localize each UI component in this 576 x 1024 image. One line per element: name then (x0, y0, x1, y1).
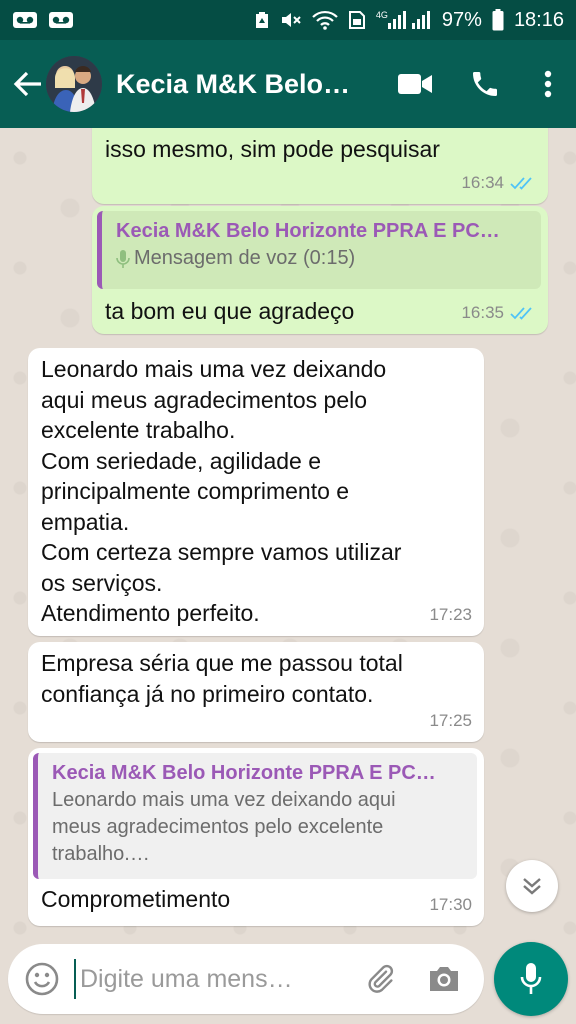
screenshot-icon (254, 10, 270, 30)
message-incoming[interactable]: Leonardo mais uma vez deixando aqui meus… (28, 348, 484, 636)
back-button[interactable] (4, 40, 52, 128)
message-meta: 17:30 (429, 890, 472, 921)
header-actions (380, 40, 576, 128)
double-check-icon (510, 307, 532, 320)
message-time: 16:34 (461, 172, 504, 192)
voicemail-icon (48, 10, 74, 30)
message-text: isso mesmo, sim pode pesquisar (105, 136, 440, 162)
message-incoming[interactable]: Empresa séria que me passou total confia… (28, 642, 484, 742)
message-text: Leonardo mais uma vez deixando aqui meus… (41, 356, 402, 626)
quoted-text: Mensagem de voz (0:15) (134, 247, 356, 269)
double-chevron-down-icon (523, 878, 541, 895)
message-time: 17:25 (429, 710, 472, 730)
voicemail-icon (12, 10, 38, 30)
phone-icon (473, 72, 497, 96)
message-meta: 16:35 (461, 298, 536, 329)
message-outgoing[interactable]: Kecia M&K Belo Horizonte PPRA E PC… Mens… (92, 206, 548, 334)
status-bar-system: 4G 97% 18:16 (254, 9, 564, 32)
quoted-message[interactable]: Kecia M&K Belo Horizonte PPRA E PC… Leon… (33, 753, 477, 879)
quoted-message[interactable]: Kecia M&K Belo Horizonte PPRA E PC… Mens… (97, 211, 541, 289)
mute-icon (280, 10, 302, 30)
video-camera-icon (398, 74, 432, 94)
voice-record-button[interactable] (494, 942, 568, 1016)
microphone-icon (116, 249, 130, 268)
message-time: 17:23 (429, 604, 472, 624)
message-meta: 16:34 (461, 168, 536, 199)
video-call-button[interactable] (380, 40, 450, 128)
scroll-to-bottom-button[interactable] (506, 860, 558, 912)
sim-icon (348, 10, 366, 30)
camera-button[interactable] (412, 944, 476, 1014)
double-check-icon (510, 177, 532, 190)
status-bar-notifications (12, 10, 74, 30)
quoted-author: Kecia M&K Belo Horizonte PPRA E PC… (52, 762, 436, 784)
wifi-icon (312, 10, 338, 30)
chat-header: Kecia M&K Belo… (0, 40, 576, 128)
arrow-left-icon (13, 71, 41, 97)
more-options-button[interactable] (520, 40, 576, 128)
signal-icon (411, 11, 430, 29)
battery-percent: 97% (441, 8, 482, 31)
microphone-icon (520, 963, 542, 994)
message-outgoing[interactable]: isso mesmo, sim pode pesquisar 16:34 (92, 128, 548, 204)
paperclip-icon (368, 964, 394, 993)
chat-title[interactable]: Kecia M&K Belo… (116, 69, 356, 100)
message-incoming[interactable]: Kecia M&K Belo Horizonte PPRA E PC… Leon… (28, 748, 484, 926)
quoted-text: Leonardo mais uma vez deixando aqui meus… (52, 789, 396, 865)
clock: 18:16 (513, 8, 564, 31)
quoted-author: Kecia M&K Belo Horizonte PPRA E PC… (116, 220, 500, 242)
voice-call-button[interactable] (450, 40, 520, 128)
emoji-icon (25, 962, 59, 996)
message-time: 17:30 (429, 894, 472, 914)
message-text: ta bom eu que agradeço (105, 298, 355, 324)
message-text: Empresa séria que me passou total confia… (41, 650, 403, 707)
chat-messages[interactable]: isso mesmo, sim pode pesquisar 16:34 Kec… (0, 128, 576, 940)
message-text: Comprometimento (41, 886, 231, 912)
signal-icon (387, 11, 406, 29)
attach-button[interactable] (348, 944, 412, 1014)
battery-icon (492, 9, 504, 31)
more-vertical-icon (544, 70, 552, 98)
message-time: 16:35 (461, 302, 504, 322)
message-composer (8, 944, 484, 1014)
avatar[interactable] (46, 56, 102, 112)
message-input[interactable] (74, 959, 324, 999)
camera-icon (430, 967, 458, 991)
quoted-voice-message: Mensagem de voz (0:15) (116, 245, 529, 272)
status-bar: 4G 97% 18:16 (0, 0, 576, 40)
message-meta: 17:25 (429, 706, 472, 737)
cell-signal: 4G (376, 10, 432, 30)
emoji-button[interactable] (10, 944, 74, 1014)
message-meta: 17:23 (429, 600, 472, 631)
